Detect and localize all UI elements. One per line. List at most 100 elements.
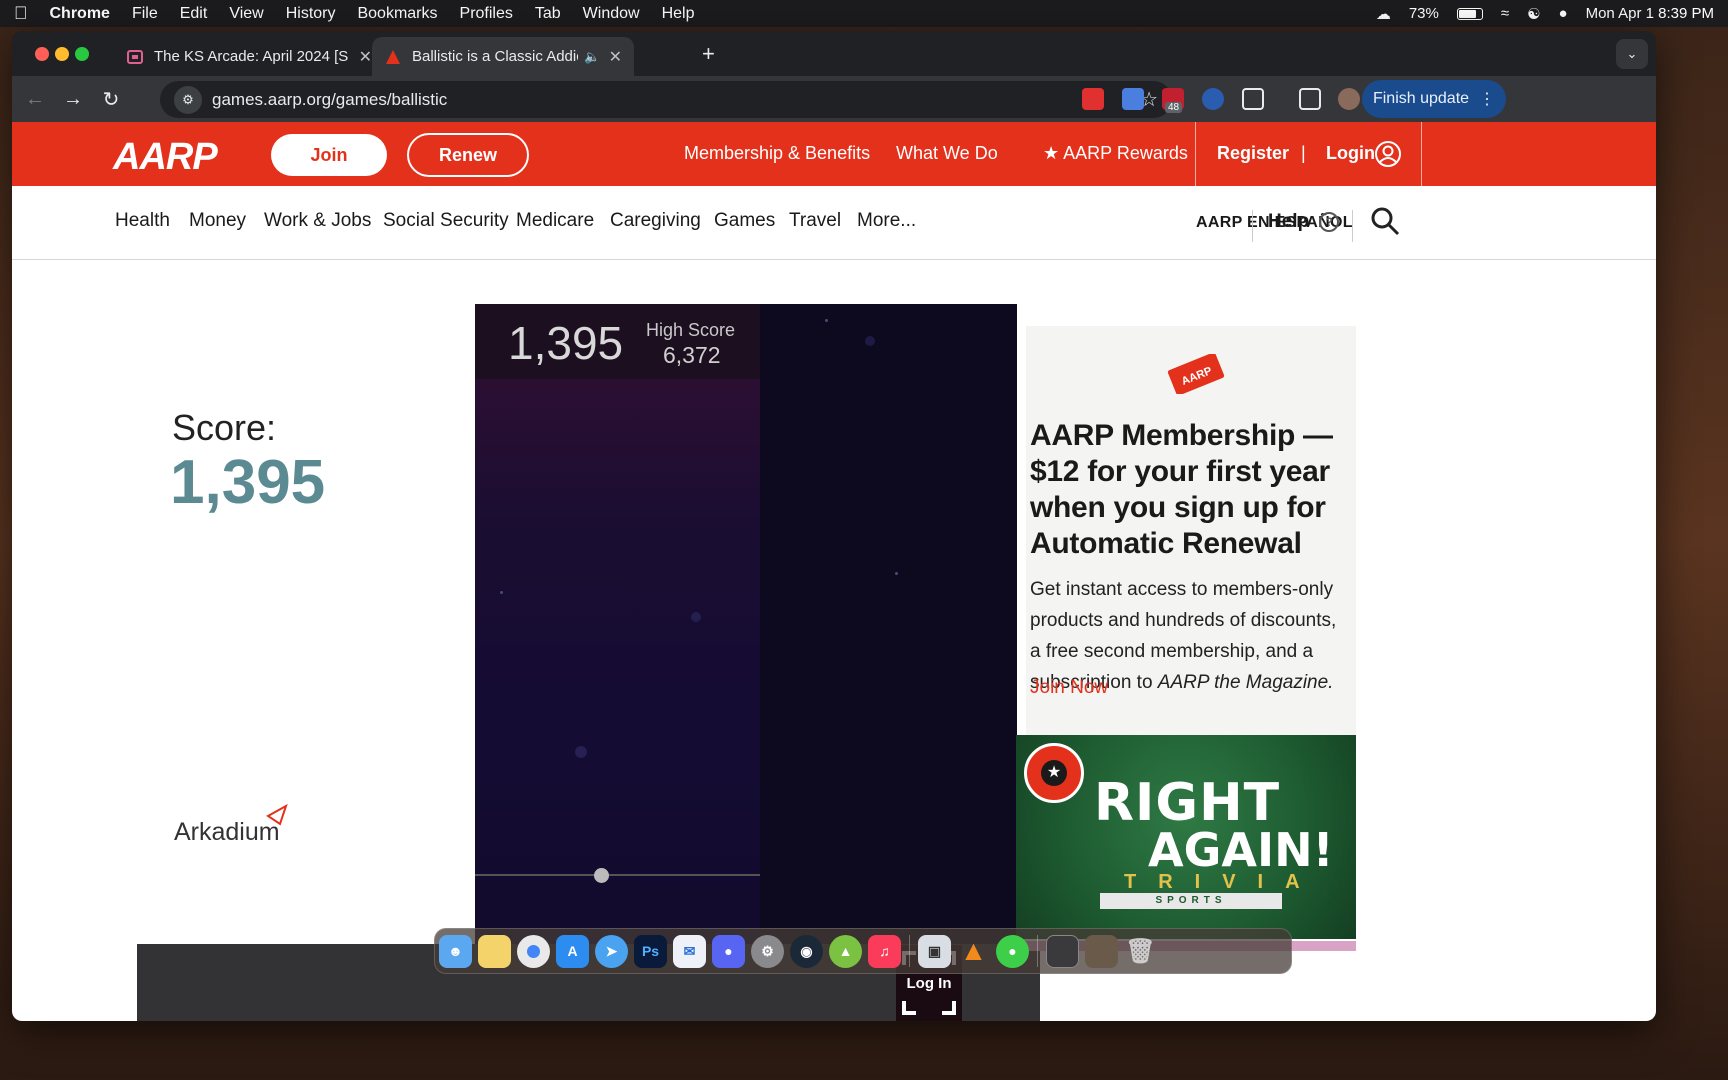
star-particle — [691, 612, 701, 622]
menu-tab[interactable]: Tab — [535, 5, 561, 23]
messages-icon[interactable]: ● — [996, 934, 1029, 968]
nav-travel[interactable]: Travel — [789, 210, 841, 232]
youtube-extension-icon[interactable] — [1082, 88, 1104, 110]
control-center-icon[interactable]: ☯ — [1527, 5, 1540, 23]
login-link[interactable]: Login — [1326, 143, 1375, 164]
tab-strip: The KS Arcade: April 2024 [S ✕ Ballistic… — [12, 31, 1656, 76]
aarp-favicon-icon — [386, 49, 400, 64]
nav-caregiving[interactable]: Caregiving — [610, 210, 701, 232]
vlc-icon[interactable]: ▲ — [957, 935, 990, 968]
speaker-icon[interactable]: 🔈 — [584, 49, 600, 65]
photoshop-icon[interactable]: Ps — [634, 934, 667, 968]
back-arrow-icon[interactable]: ← — [16, 88, 54, 111]
music-icon[interactable]: ♫ — [868, 934, 901, 968]
siri-icon[interactable]: ● — [1559, 5, 1568, 22]
main-navigation: Health Money Work & Jobs Social Security… — [12, 186, 1656, 260]
game-play-area[interactable] — [475, 379, 760, 947]
user-circle-icon[interactable] — [1374, 140, 1402, 168]
membership-ad[interactable]: AARP AARP Membership — $12 for your firs… — [1026, 326, 1356, 754]
privacy-extension-icon[interactable] — [1202, 88, 1224, 110]
membership-benefits-link[interactable]: Membership & Benefits — [684, 143, 870, 164]
tab-ks-arcade[interactable]: The KS Arcade: April 2024 [S ✕ — [114, 37, 384, 76]
google-translate-extension-icon[interactable] — [1122, 88, 1144, 110]
join-now-link[interactable]: Join Now — [1030, 677, 1108, 699]
fullscreen-corner-icon — [942, 1001, 956, 1015]
profile-avatar[interactable] — [1338, 88, 1360, 110]
menu-window[interactable]: Window — [583, 5, 640, 23]
app-store-icon[interactable]: A — [556, 934, 589, 968]
steam-icon[interactable]: ◉ — [790, 934, 823, 968]
game-ball — [594, 868, 609, 883]
tab-search-chevron-icon[interactable]: ⌄ — [1616, 39, 1648, 69]
safari-icon[interactable]: ➤ — [595, 934, 628, 968]
menu-app-chrome[interactable]: Chrome — [50, 5, 110, 23]
zoom-window-button[interactable] — [75, 47, 89, 61]
chrome-icon[interactable] — [517, 934, 550, 968]
register-link[interactable]: Register — [1217, 143, 1289, 164]
what-we-do-link[interactable]: What We Do — [896, 143, 998, 164]
help-link[interactable]: Help ? — [1268, 211, 1340, 233]
site-info-icon[interactable]: ⚙ — [174, 85, 202, 114]
aarp-header: AARP Join Renew Membership & Benefits Wh… — [12, 122, 1656, 186]
tab-close-icon[interactable]: ✕ — [609, 47, 622, 67]
nav-medicare[interactable]: Medicare — [516, 210, 594, 232]
nav-games[interactable]: Games — [714, 210, 775, 232]
menu-view[interactable]: View — [229, 5, 263, 23]
nav-more[interactable]: More... — [857, 210, 916, 232]
aarp-logo[interactable]: AARP — [113, 136, 218, 179]
nav-health[interactable]: Health — [115, 210, 170, 232]
wifi-icon[interactable]: ≈ — [1501, 5, 1509, 22]
forward-arrow-icon[interactable]: → — [54, 88, 92, 111]
header-divider — [1421, 122, 1422, 186]
tab-ballistic[interactable]: Ballistic is a Classic Addic 🔈 ✕ — [372, 37, 634, 76]
menu-bookmarks[interactable]: Bookmarks — [357, 5, 437, 23]
aarp-rewards-link[interactable]: ★ AARP Rewards — [1043, 143, 1188, 164]
cloud-checkmark-icon[interactable]: ☁ — [1376, 5, 1391, 23]
downloads-stack-icon[interactable] — [1085, 934, 1118, 968]
nav-money[interactable]: Money — [189, 210, 246, 232]
clock[interactable]: Mon Apr 1 8:39 PM — [1586, 5, 1714, 22]
right-again-trivia-ad[interactable]: ★ RIGHT AGAIN! TRIVIA SPORTS — [1016, 735, 1356, 939]
finish-update-button[interactable]: Finish update ⋮ — [1362, 80, 1506, 118]
side-panel-icon[interactable] — [1299, 88, 1321, 110]
preview-icon[interactable]: ▣ — [918, 934, 951, 968]
score-label: Score: — [172, 407, 277, 448]
extensions-puzzle-icon[interactable] — [1242, 88, 1264, 110]
recent-window-thumbnail[interactable] — [1046, 934, 1079, 968]
arkadium-logo[interactable]: Arkadium — [174, 804, 288, 847]
menu-history[interactable]: History — [286, 5, 336, 23]
tab-title: The KS Arcade: April 2024 [S — [154, 48, 349, 65]
menu-help[interactable]: Help — [662, 5, 695, 23]
mail-icon[interactable]: ✉ — [673, 934, 706, 968]
reload-icon[interactable]: ↻ — [92, 87, 130, 112]
address-bar[interactable]: ⚙ games.aarp.org/games/ballistic ☆ — [160, 81, 1172, 118]
nav-work-jobs[interactable]: Work & Jobs — [264, 210, 371, 232]
discord-icon[interactable]: ● — [712, 934, 745, 968]
help-label: Help — [1268, 211, 1310, 232]
menu-edit[interactable]: Edit — [180, 5, 208, 23]
kebab-menu-icon: ⋮ — [1479, 91, 1496, 108]
minimize-window-button[interactable] — [55, 47, 69, 61]
renew-button[interactable]: Renew — [407, 133, 529, 177]
close-window-button[interactable] — [35, 47, 49, 61]
battery-icon[interactable] — [1456, 7, 1483, 20]
menu-profiles[interactable]: Profiles — [460, 5, 513, 23]
tab-close-icon[interactable]: ✕ — [359, 47, 372, 67]
ad-magazine-name: AARP the Magazine. — [1157, 672, 1334, 693]
url-text[interactable]: games.aarp.org/games/ballistic — [212, 90, 447, 110]
android-file-transfer-icon[interactable]: ▲ — [829, 934, 862, 968]
apple-menu-icon[interactable]:  — [14, 3, 28, 24]
menu-file[interactable]: File — [132, 5, 158, 23]
nav-divider — [1252, 210, 1253, 242]
search-icon[interactable] — [1370, 206, 1400, 236]
join-button[interactable]: Join — [271, 134, 387, 176]
notes-icon[interactable] — [478, 934, 511, 968]
chrome-window: The KS Arcade: April 2024 [S ✕ Ballistic… — [12, 31, 1656, 1021]
new-tab-button[interactable]: + — [702, 41, 715, 67]
ballistic-game-canvas[interactable]: 1,395 High Score 6,372 — [475, 304, 1017, 947]
system-settings-icon[interactable]: ⚙ — [751, 934, 784, 968]
trash-icon[interactable]: 🗑 — [1124, 935, 1157, 968]
register-login-divider: | — [1301, 143, 1306, 163]
finder-icon[interactable]: ☻ — [439, 934, 472, 968]
nav-social-security[interactable]: Social Security — [383, 210, 509, 232]
